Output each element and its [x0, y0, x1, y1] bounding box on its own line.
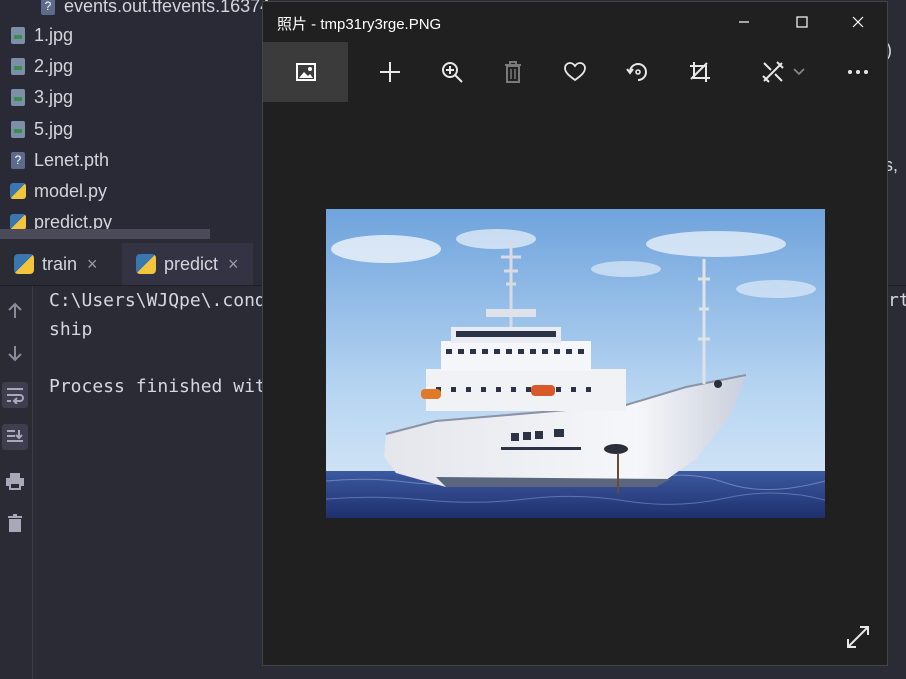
- console-line: Process finished wit: [49, 376, 266, 397]
- expand-icon: [847, 626, 869, 648]
- tab-label: predict: [164, 253, 219, 274]
- title-bar[interactable]: 照片 - tmp31ry3rge.PNG: [263, 2, 887, 42]
- edit-button[interactable]: [743, 42, 823, 102]
- unknown-file-icon: ?: [8, 150, 28, 170]
- crop-icon: [690, 62, 710, 82]
- more-icon: [848, 70, 868, 74]
- unknown-file-icon: ?: [38, 0, 58, 16]
- maximize-button[interactable]: [773, 2, 831, 42]
- print-icon[interactable]: [2, 468, 28, 494]
- ship-photo: [326, 209, 825, 518]
- soft-wrap-icon[interactable]: [2, 382, 28, 408]
- tree-item-label: 2.jpg: [34, 55, 74, 76]
- tree-item-2-jpg[interactable]: 2.jpg: [8, 52, 73, 80]
- image-view-button[interactable]: [263, 42, 348, 102]
- python-file-icon: [8, 181, 28, 201]
- console-line: ship: [49, 319, 93, 340]
- tree-item-label: model.py: [34, 180, 108, 201]
- edit-icon: [762, 61, 784, 83]
- photos-window: 照片 - tmp31ry3rge.PNG: [262, 1, 888, 666]
- delete-icon: [505, 61, 521, 83]
- zoom-in-icon: [442, 62, 463, 83]
- tree-item-5-jpg[interactable]: 5.jpg: [8, 115, 73, 143]
- favorite-button[interactable]: [545, 42, 605, 102]
- close-icon[interactable]: ×: [228, 254, 239, 275]
- tree-item-label: Lenet.pth: [34, 149, 110, 170]
- window-title: 照片 - tmp31ry3rge.PNG: [277, 16, 442, 33]
- image-file-icon: [8, 119, 28, 139]
- python-icon: [14, 254, 34, 274]
- tree-item-1-jpg[interactable]: 1.jpg: [8, 21, 73, 49]
- zoom-in-button[interactable]: [422, 42, 482, 102]
- rotate-button[interactable]: [608, 42, 668, 102]
- tab-label: train: [42, 253, 78, 274]
- close-icon[interactable]: ×: [87, 254, 98, 275]
- run-tool-sidebar: [0, 286, 33, 679]
- add-icon: [380, 62, 400, 82]
- chevron-down-icon: [793, 68, 805, 76]
- image-file-icon: [8, 56, 28, 76]
- python-icon: [136, 254, 156, 274]
- close-button[interactable]: [829, 2, 887, 42]
- image-icon: [295, 63, 316, 81]
- rotate-icon: [626, 63, 647, 81]
- image-file-icon: [8, 25, 28, 45]
- tree-item-3-jpg[interactable]: 3.jpg: [8, 83, 73, 111]
- tree-item-label: 1.jpg: [34, 24, 74, 45]
- delete-button[interactable]: [483, 42, 543, 102]
- console-line: C:\Users\WJQpe\.cond: [49, 290, 266, 311]
- tab-predict[interactable]: predict ×: [122, 243, 253, 285]
- tree-item-label: 3.jpg: [34, 86, 74, 107]
- photos-toolbar: [263, 42, 887, 102]
- tree-horizontal-scrollbar[interactable]: [0, 229, 210, 239]
- scroll-to-end-icon[interactable]: [2, 424, 28, 450]
- tree-item-label: 5.jpg: [34, 118, 74, 139]
- tab-train[interactable]: train ×: [0, 243, 112, 285]
- tree-item-events-file[interactable]: ? events.out.tfevents.16374: [38, 0, 270, 20]
- add-button[interactable]: [360, 42, 420, 102]
- editor-fragment: rt: [888, 290, 906, 311]
- heart-icon: [564, 62, 586, 82]
- tree-item-model-py[interactable]: model.py: [8, 177, 107, 205]
- tree-item-label: events.out.tfevents.16374: [64, 0, 271, 16]
- project-tree: ? events.out.tfevents.16374 1.jpg 2.jpg …: [0, 0, 270, 240]
- expand-button[interactable]: [843, 622, 873, 652]
- tree-item-lenet-pth[interactable]: ? Lenet.pth: [8, 146, 109, 174]
- minimize-button[interactable]: [715, 2, 773, 42]
- more-button[interactable]: [828, 42, 888, 102]
- image-file-icon: [8, 87, 28, 107]
- arrow-up-icon[interactable]: [2, 298, 28, 324]
- trash-icon[interactable]: [2, 510, 28, 536]
- arrow-down-icon[interactable]: [2, 340, 28, 366]
- crop-button[interactable]: [670, 42, 730, 102]
